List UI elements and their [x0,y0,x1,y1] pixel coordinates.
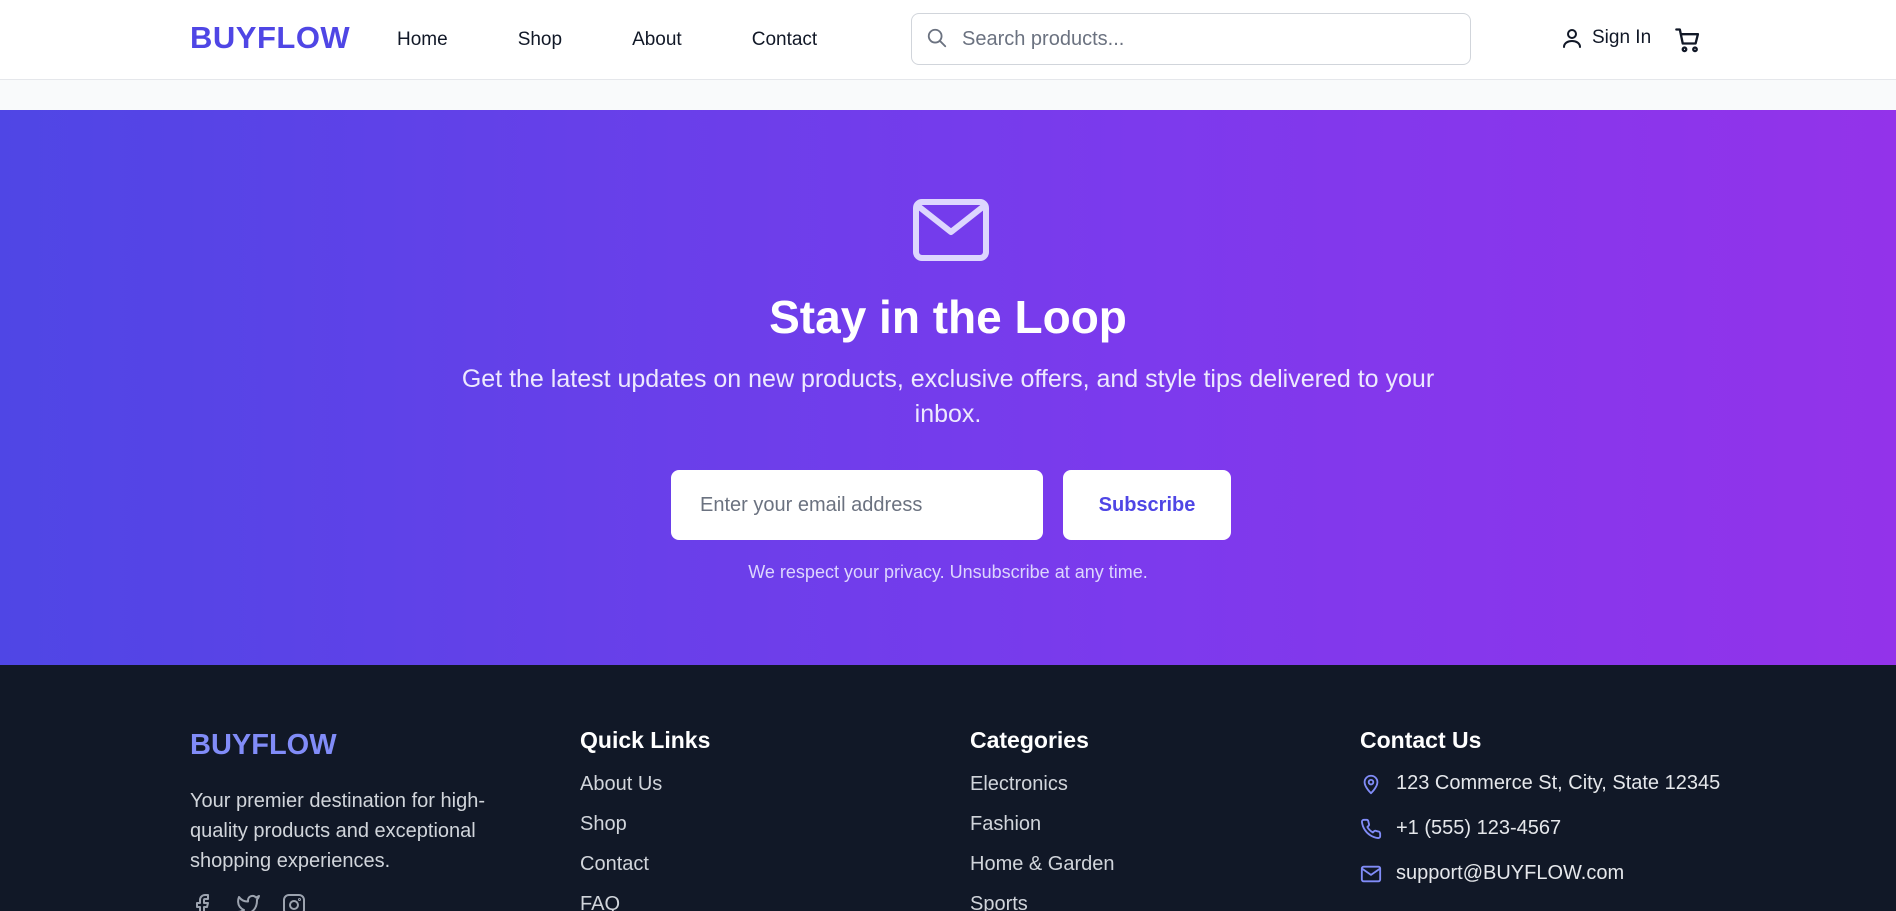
newsletter-description: Get the latest updates on new products, … [461,365,1435,428]
categories-column: Categories Electronics Fashion Home & Ga… [970,727,1115,911]
nav-contact[interactable]: Contact [752,28,817,52]
subscribe-button[interactable]: Subscribe [1063,470,1231,540]
email-field[interactable] [671,470,1043,540]
category-link-fashion[interactable]: Fashion [970,812,1115,852]
map-pin-icon [1363,774,1379,795]
search-icon [927,28,947,48]
category-link-electronics[interactable]: Electronics [970,772,1115,812]
footer-description: Your premier destination for high-qualit… [190,790,485,872]
phone-text[interactable]: +1 (555) 123-4567 [1396,817,1561,840]
main-nav: Home Shop About Contact [397,28,887,52]
quick-links-title: Quick Links [580,727,711,753]
footer-link-shop[interactable]: Shop [580,812,710,852]
brand-logo[interactable]: BUYFLOW [190,20,350,56]
site-header: BUYFLOW Home Shop About Contact Sign In [0,0,1896,80]
nav-home[interactable]: Home [397,28,448,52]
contact-column: Contact Us 123 Commerce St, City, State … [1360,727,1720,907]
sign-in-button[interactable]: Sign In [1560,26,1651,50]
search-input[interactable] [962,24,1452,54]
search-bar [911,13,1471,65]
footer-logo[interactable]: BUYFLOW [190,729,337,762]
newsletter-section: Stay in the Loop Get the latest updates … [0,110,1896,665]
contact-phone: +1 (555) 123-4567 [1360,817,1720,862]
phone-icon [1361,818,1382,839]
site-footer: BUYFLOW Your premier destination for hig… [0,665,1896,911]
nav-shop[interactable]: Shop [518,28,562,52]
address-text: 123 Commerce St, City, State 12345 [1396,772,1721,794]
newsletter-title: Stay in the Loop [769,291,1127,343]
sign-in-label: Sign In [1592,27,1652,48]
footer-link-contact[interactable]: Contact [580,852,710,892]
social-links [190,893,306,911]
categories-title: Categories [970,727,1089,753]
twitter-icon[interactable] [236,893,260,911]
footer-link-about-us[interactable]: About Us [580,772,710,812]
contact-address: 123 Commerce St, City, State 12345 [1360,772,1720,817]
nav-about[interactable]: About [632,28,682,52]
category-link-home-garden[interactable]: Home & Garden [970,852,1115,892]
envelope-icon [1360,865,1382,883]
mail-icon [913,199,989,261]
user-icon [1563,29,1581,48]
facebook-icon[interactable] [190,893,214,911]
contact-email: support@BUYFLOW.com [1360,862,1720,907]
instagram-icon[interactable] [282,893,306,911]
cart-icon[interactable] [1674,26,1702,54]
privacy-note: We respect your privacy. Unsubscribe at … [748,562,1148,582]
quick-links-column: Quick Links About Us Shop Contact FAQ [580,727,710,911]
category-link-sports[interactable]: Sports [970,892,1115,911]
email-text[interactable]: support@BUYFLOW.com [1396,862,1624,885]
contact-title: Contact Us [1360,727,1482,753]
header-spacer [0,80,1896,110]
footer-link-faq[interactable]: FAQ [580,892,710,911]
